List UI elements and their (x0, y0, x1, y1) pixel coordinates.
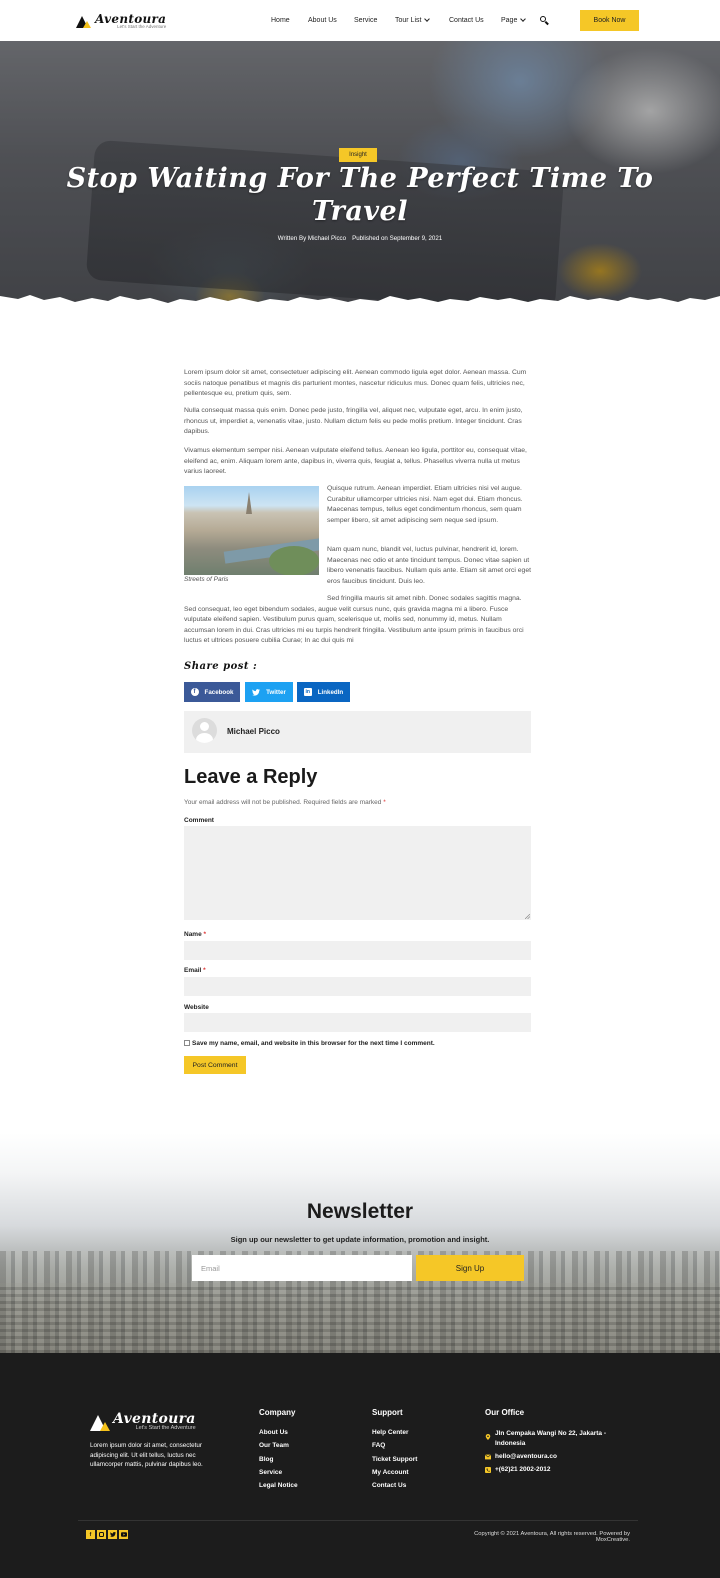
paris-image (184, 486, 319, 575)
office-phone[interactable]: +(62)21 2002-2012 (495, 1466, 550, 1473)
name-label: Name * (184, 931, 207, 938)
footer-link-team[interactable]: Our Team (259, 1442, 289, 1449)
nav-service[interactable]: Service (354, 0, 377, 41)
name-field[interactable] (184, 941, 531, 960)
logo-mountain-icon (90, 1413, 110, 1431)
office-address: Jln Cempaka Wangi No 22, Jakarta - Indon… (495, 1430, 607, 1447)
site-logo[interactable]: Aventoura Let's Start the Adventure (76, 13, 166, 30)
email-label: Email * (184, 967, 206, 974)
website-field[interactable] (184, 1013, 531, 1032)
newsletter-title: Newsletter (306, 1200, 414, 1223)
search-icon[interactable] (540, 16, 549, 25)
footer-company-title: Company (259, 1408, 296, 1417)
newsletter-email-input[interactable]: Email (192, 1255, 412, 1281)
footer-support-title: Support (372, 1408, 403, 1417)
envelope-icon (485, 1454, 491, 1460)
linkedin-icon: in (303, 688, 312, 696)
phone-icon (485, 1467, 491, 1473)
resize-handle-icon[interactable] (525, 914, 530, 919)
footer-link-ticket[interactable]: Ticket Support (372, 1456, 417, 1463)
sign-up-button[interactable]: Sign Up (416, 1255, 524, 1281)
footer-link-account[interactable]: My Account (372, 1469, 409, 1476)
footer-logo-name: Aventoura (113, 1411, 196, 1427)
share-title: Share post : (184, 661, 258, 672)
footer-link-legal[interactable]: Legal Notice (259, 1482, 298, 1489)
category-badge[interactable]: Insight (339, 148, 377, 162)
location-pin-icon (485, 1434, 491, 1440)
facebook-icon: f (190, 688, 199, 696)
article-paragraph: Lorem ipsum dolor sit amet, consectetuer… (184, 369, 527, 397)
logo-mountain-icon (76, 14, 92, 29)
twitter-icon[interactable] (108, 1530, 117, 1539)
article-paragraph: Quisque rutrum. Aenean imperdiet. Etiam … (327, 485, 523, 524)
article-paragraph: Nam quam nunc, blandit vel, luctus pulvi… (327, 546, 532, 585)
nav-contact[interactable]: Contact Us (449, 0, 484, 41)
author-box: Michael Picco (184, 711, 531, 753)
comment-field[interactable] (184, 826, 531, 920)
image-caption: Streets of Paris (184, 576, 229, 583)
instagram-icon[interactable] (97, 1530, 106, 1539)
nav-page[interactable]: Page (501, 0, 527, 41)
footer-divider (78, 1520, 638, 1521)
newsletter-subtitle: Sign up our newsletter to get update inf… (230, 1235, 490, 1244)
footer-office-title: Our Office (485, 1408, 525, 1417)
footer-link-help[interactable]: Help Center (372, 1429, 408, 1436)
chevron-down-icon (424, 15, 431, 22)
article-paragraph: Sed fringilla mauris sit amet nibh. Done… (184, 595, 524, 644)
email-field[interactable] (184, 977, 531, 996)
post-meta: Written By Michael Picco Published on Sep… (0, 235, 720, 242)
share-linkedin-button[interactable]: in LinkedIn (297, 682, 350, 702)
comment-label: Comment (184, 817, 214, 824)
post-title: Stop Waiting For The Perfect Time To Tra… (66, 163, 654, 227)
avatar (192, 718, 217, 743)
post-author: Written By Michael Picco (277, 235, 347, 242)
twitter-icon (252, 688, 261, 696)
website-label: Website (184, 1004, 209, 1011)
footer-link-service[interactable]: Service (259, 1469, 282, 1476)
copyright-text: Copyright © 2021 Aventoura, All rights r… (474, 1531, 630, 1543)
facebook-icon[interactable]: f (86, 1530, 95, 1539)
torn-edge-divider (0, 295, 720, 308)
book-now-button[interactable]: Book Now (580, 10, 639, 31)
save-info-checkbox[interactable] (184, 1040, 190, 1046)
share-twitter-button[interactable]: Twitter (245, 682, 293, 702)
office-email[interactable]: hello@aventoura.co (495, 1453, 557, 1460)
nav-home[interactable]: Home (271, 0, 290, 41)
chevron-down-icon (520, 15, 527, 22)
newsletter-placeholder: Email (201, 1263, 220, 1273)
article-paragraph: Nulla consequat massa quis enim. Donec p… (184, 407, 523, 435)
youtube-icon[interactable] (119, 1530, 128, 1539)
reply-note: Your email address will not be published… (184, 799, 386, 806)
footer-link-contact[interactable]: Contact Us (372, 1482, 406, 1489)
footer-logo[interactable]: Aventoura Let's Start the Adventure (90, 1412, 196, 1432)
save-info-label: Save my name, email, and website in this… (192, 1040, 435, 1047)
share-facebook-button[interactable]: f Facebook (184, 682, 240, 702)
post-date: Published on September 9, 2021 (352, 235, 443, 242)
site-header: Aventoura Let's Start the Adventure Home… (0, 0, 720, 41)
footer-link-blog[interactable]: Blog (259, 1456, 273, 1463)
reply-title: Leave a Reply (184, 766, 318, 788)
footer-link-about[interactable]: About Us (259, 1429, 288, 1436)
footer-link-faq[interactable]: FAQ (372, 1442, 385, 1449)
nav-about[interactable]: About Us (308, 0, 337, 41)
nav-tour-list[interactable]: Tour List (395, 0, 431, 41)
article-paragraph: Vivamus elementum semper nisi. Aenean vu… (184, 447, 527, 475)
author-name[interactable]: Michael Picco (227, 727, 280, 736)
footer-description: Lorem ipsum dolor sit amet, consectetur … (90, 1442, 203, 1468)
post-comment-button[interactable]: Post Comment (184, 1056, 246, 1074)
